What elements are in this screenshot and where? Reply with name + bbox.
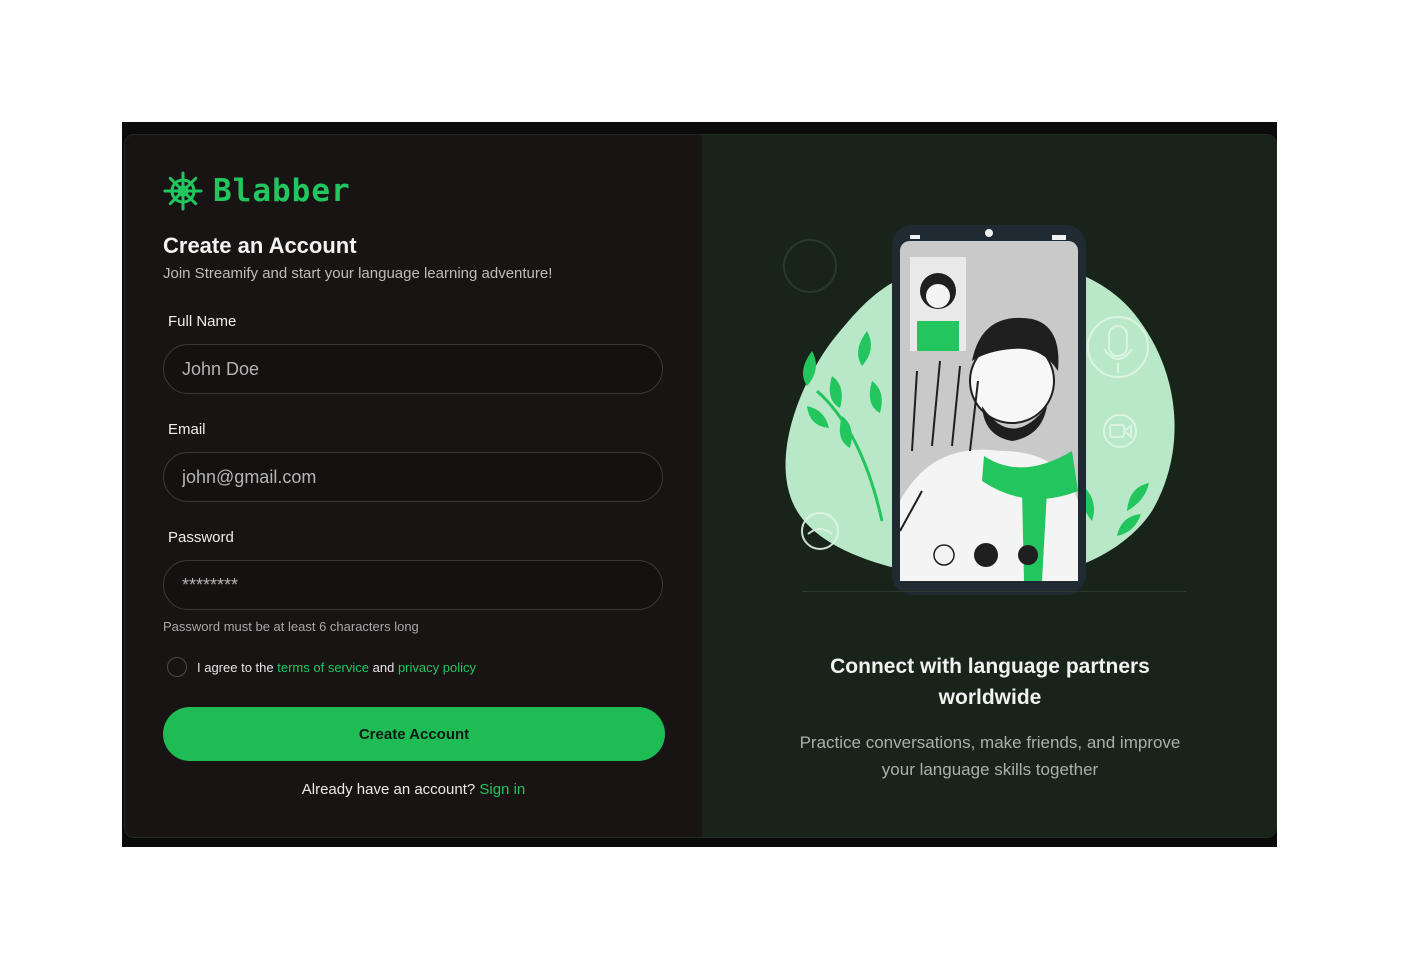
signin-prompt: Already have an account? Sign in [125,781,702,798]
password-hint: Password must be at least 6 characters l… [163,619,419,634]
promo-title-line1: Connect with language partners [830,655,1150,678]
video-call-illustration [783,225,1175,595]
ship-wheel-icon [163,171,203,211]
promo-text: Practice conversations, make friends, an… [702,729,1276,783]
agreement-text: I agree to the terms of service and priv… [197,660,476,675]
full-name-label: Full Name [168,313,237,330]
divider [802,591,1186,592]
password-input[interactable] [163,560,663,610]
password-label: Password [168,529,234,546]
email-input[interactable] [163,452,663,502]
app-frame: Blabber Create an Account Join Streamify… [122,122,1277,847]
brand-logo[interactable]: Blabber [163,171,351,211]
privacy-policy-link[interactable]: privacy policy [398,660,476,675]
signup-panel: Blabber Create an Account Join Streamify… [125,135,702,837]
agree-and: and [372,659,395,675]
page-title: Create an Account [163,233,357,258]
promo-text-line2: your language skills together [881,760,1099,779]
page-subtitle: Join Streamify and start your language l… [163,265,553,282]
create-account-button[interactable]: Create Account [163,707,665,761]
terms-agreement: I agree to the terms of service and priv… [167,657,476,677]
signin-prompt-text: Already have an account? [301,781,476,798]
brand-name: Blabber [213,173,351,209]
promo-panel: Connect with language partners worldwide… [702,135,1276,837]
signin-link[interactable]: Sign in [479,781,525,798]
terms-of-service-link[interactable]: terms of service [277,660,369,675]
full-name-input[interactable] [163,344,663,394]
email-label: Email [168,421,206,438]
promo-text-line1: Practice conversations, make friends, an… [799,733,1181,752]
terms-checkbox[interactable] [167,657,187,677]
agree-prefix: I agree to the [197,659,274,675]
promo-title-line2: worldwide [938,686,1042,709]
promo-title: Connect with language partners worldwide [702,651,1276,713]
signup-card: Blabber Create an Account Join Streamify… [124,134,1277,838]
